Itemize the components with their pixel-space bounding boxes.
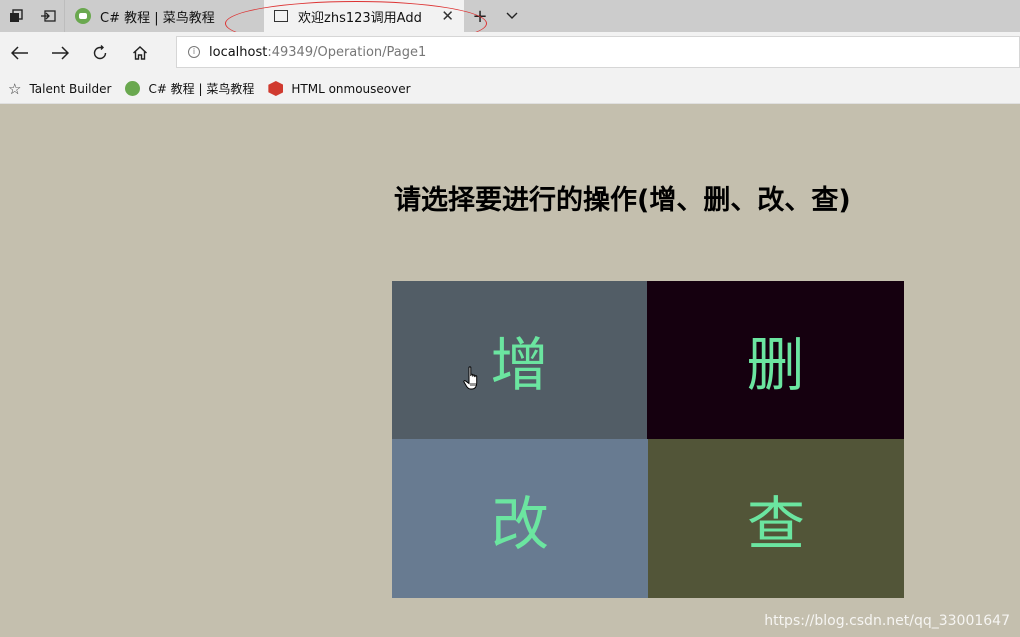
home-icon[interactable] (120, 32, 160, 74)
delete-button[interactable]: 删 (647, 281, 904, 439)
tab-actions-icon[interactable] (0, 0, 32, 32)
favorite-label: C# 教程 | 菜鸟教程 (148, 82, 255, 96)
favorite-html-onmouseover[interactable]: HTML onmouseover (268, 81, 411, 96)
chevron-down-icon[interactable] (496, 0, 528, 32)
plus-icon[interactable]: + (464, 0, 496, 32)
set-aside-tabs-icon[interactable] (32, 0, 64, 32)
page-title: 请选择要进行的操作(增、删、改、查) (394, 185, 851, 216)
query-button[interactable]: 查 (648, 439, 904, 598)
tab-csharp-tutorial[interactable]: C# 教程 | 菜鸟教程 (64, 0, 264, 32)
watermark: https://blog.csdn.net/qq_33001647 (764, 613, 1010, 629)
url-path: :49349/Operation/Page1 (267, 44, 427, 60)
add-button[interactable]: 增 (392, 281, 647, 439)
refresh-icon[interactable] (80, 32, 120, 74)
info-icon[interactable]: i (188, 46, 200, 58)
html5-favicon-icon (268, 81, 284, 96)
favorite-csharp-tutorial[interactable]: C# 教程 | 菜鸟教程 (125, 80, 254, 97)
favorite-label: Talent Builder (29, 81, 112, 96)
favorite-label: HTML onmouseover (291, 81, 411, 96)
tab-strip: C# 教程 | 菜鸟教程 欢迎zhs123调用Add ✕ + (0, 0, 1020, 32)
operation-grid: 增 删 改 查 (392, 281, 904, 598)
runoob-favicon-icon (75, 8, 91, 24)
page-icon (274, 10, 288, 22)
url-host: localhost (209, 44, 268, 60)
forward-arrow-icon[interactable] (40, 32, 80, 74)
tab-welcome-add[interactable]: 欢迎zhs123调用Add ✕ (264, 0, 464, 32)
edit-button[interactable]: 改 (392, 439, 648, 598)
runoob-favicon-icon (125, 81, 141, 96)
favorites-bar: ☆ Talent Builder C# 教程 | 菜鸟教程 HTML onmou… (0, 74, 1020, 104)
tab-title: 欢迎zhs123调用Add (298, 10, 422, 26)
star-icon: ☆ (8, 79, 22, 98)
favorite-talent-builder[interactable]: ☆ Talent Builder (0, 80, 111, 98)
close-icon[interactable]: ✕ (441, 7, 454, 25)
tab-title: C# 教程 | 菜鸟教程 (100, 10, 215, 26)
page-content: 请选择要进行的操作(增、删、改、查) 增 删 改 查 https://blog.… (0, 104, 1020, 637)
address-bar[interactable]: i localhost:49349/Operation/Page1 (176, 36, 1020, 68)
navigation-bar: i localhost:49349/Operation/Page1 (0, 32, 1020, 74)
back-arrow-icon[interactable] (0, 32, 40, 74)
